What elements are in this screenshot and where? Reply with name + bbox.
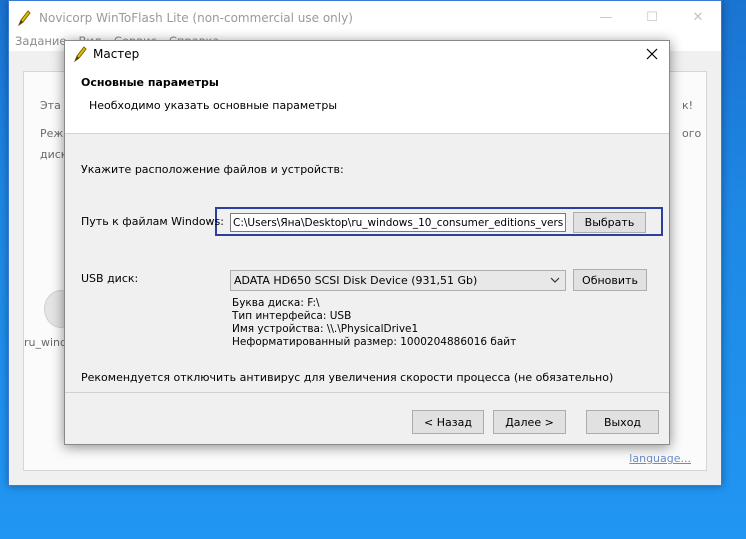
bg-text: Эта	[40, 99, 61, 112]
raw-size: Неформатированный размер: 1000204886016 …	[232, 336, 517, 348]
path-label: Путь к файлам Windows:	[81, 215, 224, 228]
dialog-title: Мастер	[93, 47, 140, 61]
dialog-close-button[interactable]	[641, 43, 663, 65]
usb-disk-select[interactable]: ADATA HD650 SCSI Disk Device (931,51 Gb)	[230, 270, 566, 291]
main-window-title: Novicorp WinToFlash Lite (non-commercial…	[39, 10, 353, 25]
header-subtitle: Необходимо указать основные параметры	[89, 99, 338, 112]
divider	[65, 392, 669, 393]
exit-button[interactable]: Выход	[586, 410, 659, 434]
windows-path-input[interactable]	[230, 213, 566, 232]
menu-item-task[interactable]: Задание	[15, 34, 67, 51]
dialog-title-bar: Мастер	[65, 41, 669, 67]
back-button[interactable]: < Назад	[412, 410, 484, 434]
instruction-text: Укажите расположение файлов и устройств:	[81, 163, 344, 176]
browse-button[interactable]: Выбрать	[573, 212, 646, 233]
interface-type: Тип интерфейса: USB	[232, 310, 352, 322]
next-button[interactable]: Далее >	[493, 410, 566, 434]
refresh-button[interactable]: Обновить	[573, 269, 647, 291]
main-title-bar: Novicorp WinToFlash Lite (non-commercial…	[9, 1, 721, 34]
header-title: Основные параметры	[81, 76, 219, 89]
maximize-button[interactable]: ☐	[629, 1, 675, 34]
language-link[interactable]: language...	[629, 452, 691, 465]
usb-selected-value: ADATA HD650 SCSI Disk Device (931,51 Gb)	[234, 274, 478, 287]
dialog-content: Укажите расположение файлов и устройств:…	[65, 134, 669, 444]
recommendation-text: Рекомендуется отключить антивирус для ув…	[81, 371, 614, 384]
disk-letter: Буква диска: F:\	[232, 297, 320, 309]
minimize-button[interactable]: —	[583, 1, 629, 34]
wizard-dialog: Мастер Основные параметры Необходимо ука…	[64, 40, 670, 445]
usb-label: USB диск:	[81, 272, 139, 285]
bg-text: к!	[682, 99, 694, 112]
bg-text: ого	[682, 127, 702, 140]
close-icon	[646, 48, 658, 60]
device-name: Имя устройства: \\.\PhysicalDrive1	[232, 323, 419, 335]
close-button[interactable]: ✕	[675, 1, 721, 34]
app-pencil-icon	[18, 9, 31, 26]
app-pencil-icon	[74, 46, 87, 62]
dialog-header: Основные параметры Необходимо указать ос…	[65, 67, 669, 134]
chevron-down-icon	[550, 277, 560, 283]
